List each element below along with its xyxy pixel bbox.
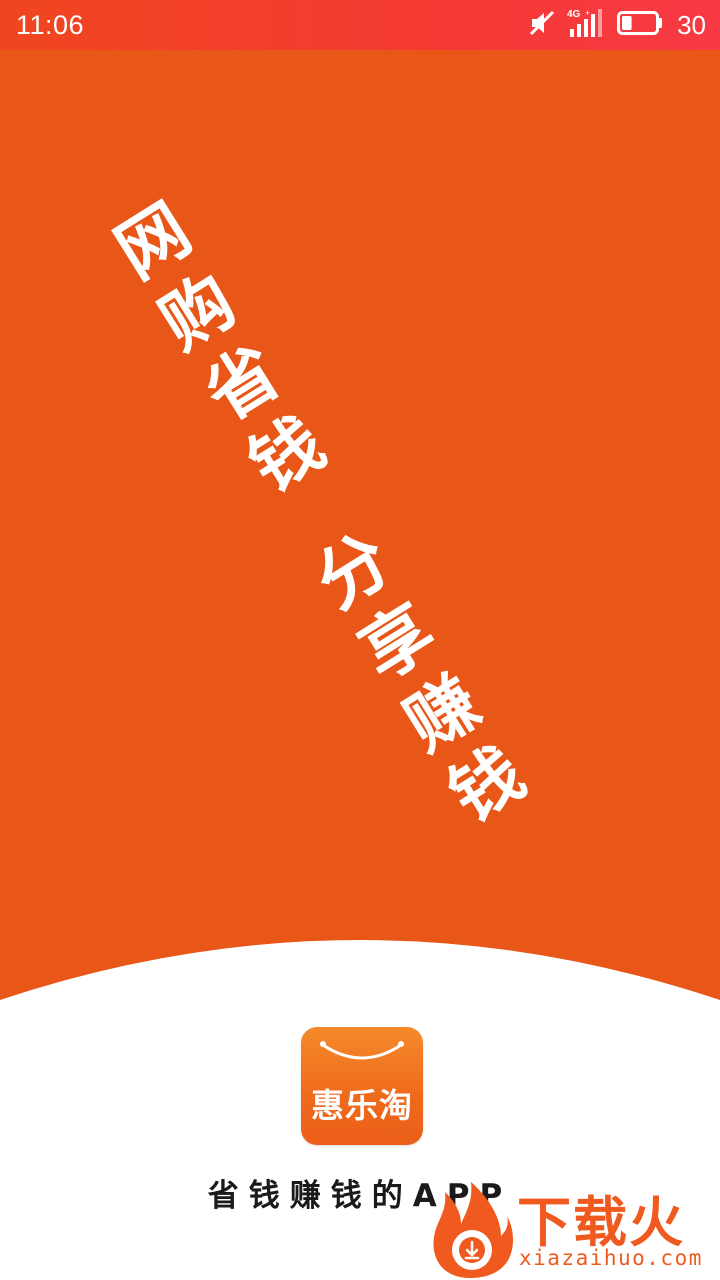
- status-bar: 11:06 4G + 30: [0, 0, 720, 50]
- status-time: 11:06: [16, 9, 85, 40]
- battery-level: 30: [677, 9, 706, 40]
- svg-text:+: +: [585, 8, 590, 18]
- status-icons: 4G + 30: [527, 7, 706, 43]
- watermark: 下载火 xiazaihuo.com: [425, 1170, 720, 1280]
- app-logo: 惠乐淘: [301, 1027, 423, 1145]
- mute-icon: [527, 8, 557, 42]
- battery-icon: [617, 10, 663, 40]
- splash-screen: 11:06 4G + 30 网购省钱 分享赚钱 惠乐淘 省钱赚钱的APP 下载火…: [0, 0, 720, 1280]
- flame-download-icon: [433, 1182, 513, 1278]
- watermark-domain: xiazaihuo.com: [519, 1246, 703, 1270]
- logo-text: 惠乐淘: [311, 1086, 413, 1125]
- shopping-bag-handle-icon: [320, 1041, 404, 1060]
- signal-icon: 4G +: [567, 7, 607, 43]
- network-type-label: 4G: [567, 9, 581, 20]
